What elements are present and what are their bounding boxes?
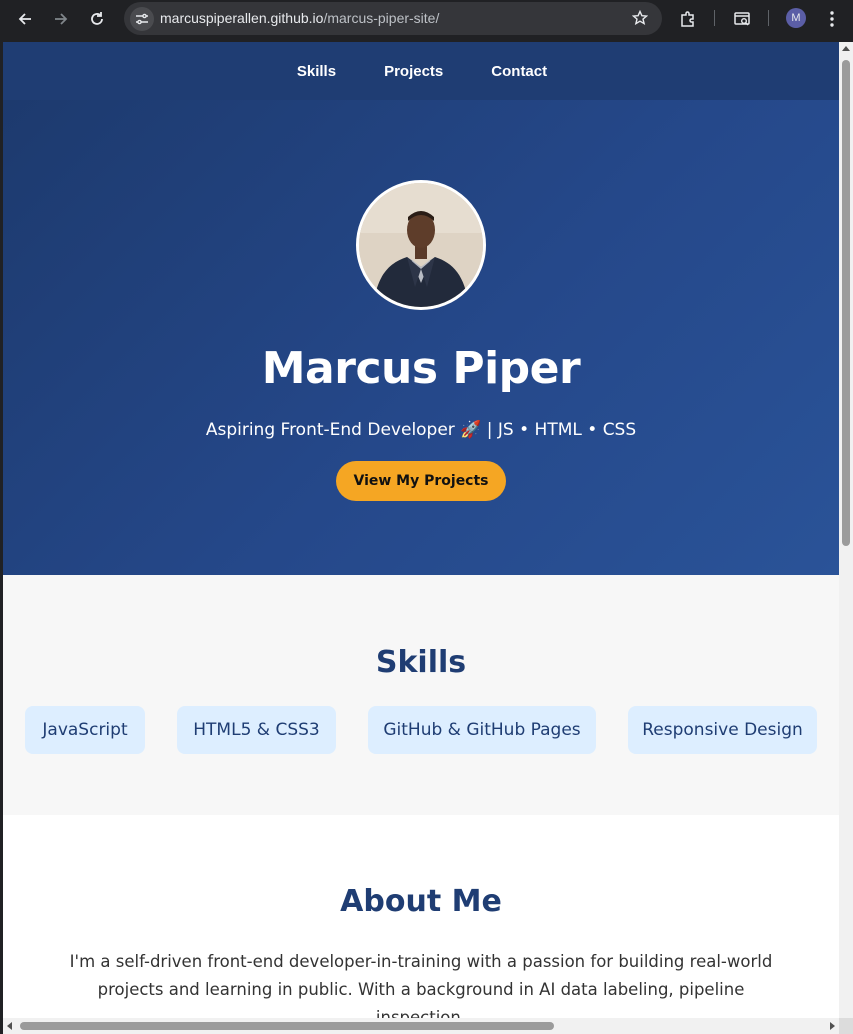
about-section: About Me I'm a self-driven front-end dev… [3, 815, 839, 1018]
address-bar[interactable]: marcuspiperallen.github.io/marcus-piper-… [124, 2, 662, 35]
about-title: About Me [340, 884, 502, 919]
reload-icon [91, 12, 103, 25]
address-text[interactable]: marcuspiperallen.github.io/marcus-piper-… [160, 10, 439, 26]
scroll-right-arrow-icon[interactable] [830, 1022, 835, 1030]
menu-kebab-icon[interactable] [820, 7, 844, 31]
skills-title: Skills [375, 645, 467, 680]
scrollbar-corner [839, 1018, 853, 1034]
vertical-scroll-thumb[interactable] [842, 60, 850, 546]
nav-link-projects[interactable]: Projects [384, 63, 443, 80]
skill-pill-javascript: JavaScript [25, 706, 145, 754]
hero-section: Marcus Piper Aspiring Front-End Develope… [3, 100, 839, 575]
scroll-up-arrow-icon[interactable] [842, 46, 850, 51]
nav-link-contact[interactable]: Contact [491, 63, 547, 80]
forward-button[interactable] [49, 7, 73, 31]
bookmark-star-icon[interactable] [631, 9, 649, 30]
back-button[interactable] [13, 7, 37, 31]
page-viewport: Skills Projects Contact Marcus Piper Asp… [3, 42, 839, 1018]
skill-pill-github: GitHub & GitHub Pages [368, 706, 596, 754]
nav-link-skills[interactable]: Skills [297, 63, 336, 80]
toolbar-divider [768, 10, 769, 26]
view-projects-button[interactable]: View My Projects [336, 461, 506, 501]
arrow-left-icon [18, 13, 31, 25]
arrow-right-icon [55, 13, 68, 25]
site-info-icon[interactable] [130, 7, 154, 31]
horizontal-scrollbar[interactable] [3, 1018, 839, 1034]
skill-pill-html-css: HTML5 & CSS3 [177, 706, 336, 754]
url-host: marcuspiperallen.github.io [160, 10, 324, 26]
skills-section: Skills JavaScript HTML5 & CSS3 GitHub & … [3, 575, 839, 815]
tab-search-icon[interactable] [730, 7, 754, 31]
about-text: I'm a self-driven front-end developer-in… [69, 952, 773, 1018]
skill-pill-responsive: Responsive Design [628, 706, 817, 754]
site-nav: Skills Projects Contact [3, 42, 839, 100]
scroll-left-arrow-icon[interactable] [7, 1022, 12, 1030]
browser-toolbar: marcuspiperallen.github.io/marcus-piper-… [0, 0, 853, 42]
hero-tagline: Aspiring Front-End Developer 🚀 | JS • HT… [205, 420, 637, 440]
profile-avatar[interactable]: M [786, 8, 806, 28]
toolbar-divider [714, 10, 715, 26]
vertical-scrollbar[interactable] [839, 42, 853, 1018]
horizontal-scroll-thumb[interactable] [20, 1022, 554, 1030]
url-path: /marcus-piper-site/ [323, 10, 440, 26]
reload-button[interactable] [85, 7, 109, 31]
profile-photo [356, 180, 486, 310]
extensions-icon[interactable] [676, 7, 700, 31]
hero-name: Marcus Piper [261, 343, 581, 394]
